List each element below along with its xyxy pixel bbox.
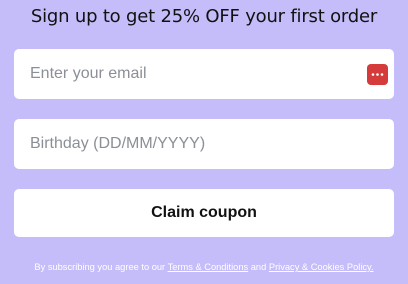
dots-icon: [371, 73, 384, 76]
terms-conditions-link[interactable]: Terms & Conditions: [168, 262, 249, 272]
privacy-policy-link[interactable]: Privacy & Cookies Policy.: [269, 262, 374, 272]
email-input[interactable]: [14, 49, 394, 99]
birthday-input[interactable]: [14, 119, 394, 169]
disclaimer-conjunction: and: [250, 262, 267, 272]
password-manager-icon[interactable]: [367, 64, 388, 85]
birthday-field-container: [14, 119, 394, 169]
email-field-container: [14, 49, 394, 99]
signup-heading: Sign up to get 25% OFF your first order: [30, 6, 378, 27]
claim-coupon-button[interactable]: Claim coupon: [14, 189, 394, 237]
disclaimer: By subscribing you agree to our Terms & …: [0, 262, 408, 272]
disclaimer-prefix: By subscribing you agree to our: [34, 262, 166, 272]
